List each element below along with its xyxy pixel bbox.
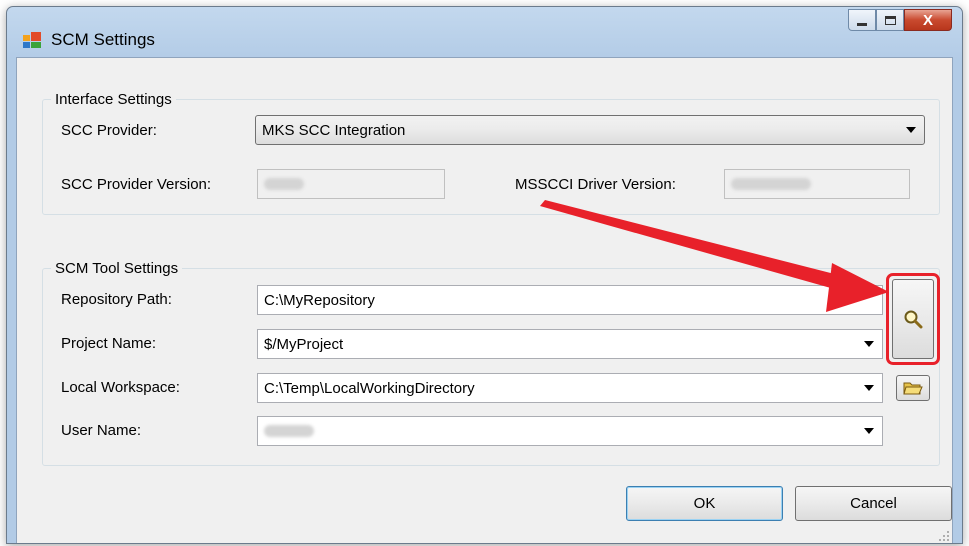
repository-path-input[interactable]: C:\MyRepository [257,285,883,315]
local-workspace-label: Local Workspace: [61,379,180,396]
chevron-down-icon [906,127,916,133]
scc-provider-version-field [257,169,445,199]
cancel-button-label: Cancel [850,495,897,512]
scc-provider-label: SCC Provider: [61,122,157,139]
resize-grip-icon[interactable] [938,530,950,542]
minimize-button[interactable] [848,9,876,31]
maximize-button[interactable] [876,9,904,31]
scc-provider-version-label: SCC Provider Version: [61,176,212,193]
minimize-icon [857,22,867,26]
redacted-value [264,425,314,437]
chevron-down-icon [864,341,874,347]
ok-button[interactable]: OK [626,486,783,521]
close-button[interactable]: X [904,9,952,31]
close-icon: X [922,11,933,29]
ok-button-label: OK [693,495,716,512]
scm-settings-window: SCM Settings X Interface Settings SCC Pr… [6,6,963,544]
redacted-value [264,178,304,190]
scm-tool-settings-group: SCM Tool Settings Repository Path: C:\My… [42,260,940,466]
local-workspace-value: C:\Temp\LocalWorkingDirectory [264,379,475,397]
repository-path-label: Repository Path: [61,291,172,308]
msscci-driver-version-field [724,169,910,199]
interface-settings-group: Interface Settings SCC Provider: MKS SCC… [42,91,940,215]
msscci-driver-version-label: MSSCCI Driver Version: [515,176,676,193]
window-settings-icon [23,32,41,48]
interface-settings-legend: Interface Settings [51,91,176,108]
magnifier-icon [904,310,923,329]
scc-provider-value: MKS SCC Integration [262,121,406,139]
open-folder-icon [903,382,923,395]
chevron-down-icon [864,428,874,434]
scc-provider-dropdown[interactable]: MKS SCC Integration [255,115,925,145]
user-name-dropdown[interactable] [257,416,883,446]
repository-path-value: C:\MyRepository [264,291,375,309]
local-workspace-dropdown[interactable]: C:\Temp\LocalWorkingDirectory [257,373,883,403]
dialog-client-area: Interface Settings SCC Provider: MKS SCC… [16,57,953,543]
project-name-dropdown[interactable]: $/MyProject [257,329,883,359]
window-title: SCM Settings [51,30,155,49]
chevron-down-icon [864,385,874,391]
cancel-button[interactable]: Cancel [795,486,952,521]
project-name-label: Project Name: [61,335,157,352]
caption-buttons: X [848,9,952,31]
browse-folder-button[interactable] [896,375,930,401]
maximize-icon [884,15,896,25]
project-name-value: $/MyProject [264,335,344,353]
title-bar[interactable]: SCM Settings X [7,7,962,55]
browse-repository-button[interactable] [892,279,934,359]
user-name-label: User Name: [61,422,142,439]
redacted-value [731,178,811,190]
scm-tool-settings-legend: SCM Tool Settings [51,260,183,277]
